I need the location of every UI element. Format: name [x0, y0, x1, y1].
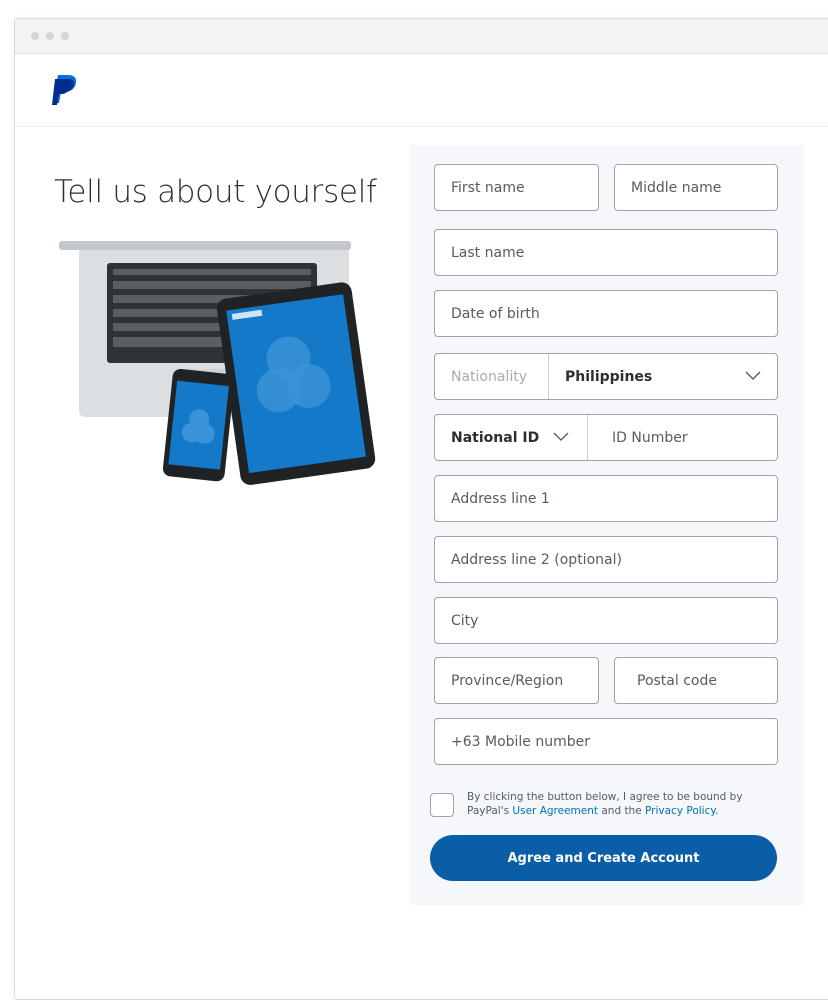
agree-create-account-button[interactable]: Agree and Create Account: [430, 835, 777, 881]
city-placeholder: City: [451, 612, 479, 629]
mobile-number-input[interactable]: +63 Mobile number: [434, 718, 778, 765]
signup-form-panel: First name Middle name Last name Date of…: [410, 145, 804, 905]
address-line1-placeholder: Address line 1: [451, 490, 550, 507]
postal-code-placeholder: Postal code: [637, 672, 717, 689]
nationality-label: Nationality: [451, 368, 528, 385]
date-of-birth-input[interactable]: Date of birth: [434, 290, 778, 337]
province-placeholder: Province/Region: [451, 672, 564, 689]
city-input[interactable]: City: [434, 597, 778, 644]
window-dot-minimize[interactable]: [46, 32, 54, 40]
mobile-number-placeholder: +63 Mobile number: [451, 733, 591, 750]
agreement-text: By clicking the button below, I agree to…: [467, 790, 780, 818]
dob-placeholder: Date of birth: [451, 305, 540, 322]
window-dot-close[interactable]: [31, 32, 39, 40]
address-line2-input[interactable]: Address line 2 (optional): [434, 536, 778, 583]
middle-name-placeholder: Middle name: [631, 179, 722, 196]
agreement-checkbox[interactable]: [430, 793, 454, 817]
first-name-placeholder: First name: [451, 179, 525, 196]
browser-window: Tell us about yourself First name Middle…: [14, 18, 828, 1000]
agreement-row: By clicking the button below, I agree to…: [430, 790, 780, 818]
nationality-value-segment[interactable]: Philippines: [549, 354, 777, 399]
id-type-select[interactable]: National ID: [435, 415, 588, 460]
first-name-input[interactable]: First name: [434, 164, 599, 211]
devices-illustration: [59, 241, 376, 485]
window-titlebar: [15, 19, 828, 54]
agreement-text-after: .: [715, 805, 719, 817]
user-agreement-link[interactable]: User Agreement: [512, 805, 598, 817]
nationality-label-segment: Nationality: [435, 354, 549, 399]
site-header: [15, 54, 828, 127]
national-id-row: National ID ID Number: [434, 414, 778, 461]
address-line1-input[interactable]: Address line 1: [434, 475, 778, 522]
middle-name-input[interactable]: Middle name: [614, 164, 778, 211]
postal-code-input[interactable]: Postal code: [614, 657, 778, 704]
id-number-input[interactable]: ID Number: [588, 415, 777, 460]
last-name-placeholder: Last name: [451, 244, 525, 261]
window-dot-maximize[interactable]: [61, 32, 69, 40]
id-number-placeholder: ID Number: [612, 429, 688, 446]
address-line2-placeholder: Address line 2 (optional): [451, 551, 622, 568]
id-type-value: National ID: [451, 429, 540, 446]
page-title: Tell us about yourself: [54, 174, 377, 210]
chevron-down-icon: [745, 371, 761, 380]
province-region-input[interactable]: Province/Region: [434, 657, 599, 704]
agreement-text-middle: and the: [598, 805, 646, 817]
nationality-select[interactable]: Nationality Philippines: [434, 353, 778, 400]
paypal-logo-icon[interactable]: [52, 74, 78, 106]
privacy-policy-link[interactable]: Privacy Policy: [645, 805, 715, 817]
nationality-value: Philippines: [565, 368, 653, 385]
chevron-down-icon: [553, 432, 569, 441]
last-name-input[interactable]: Last name: [434, 229, 778, 276]
